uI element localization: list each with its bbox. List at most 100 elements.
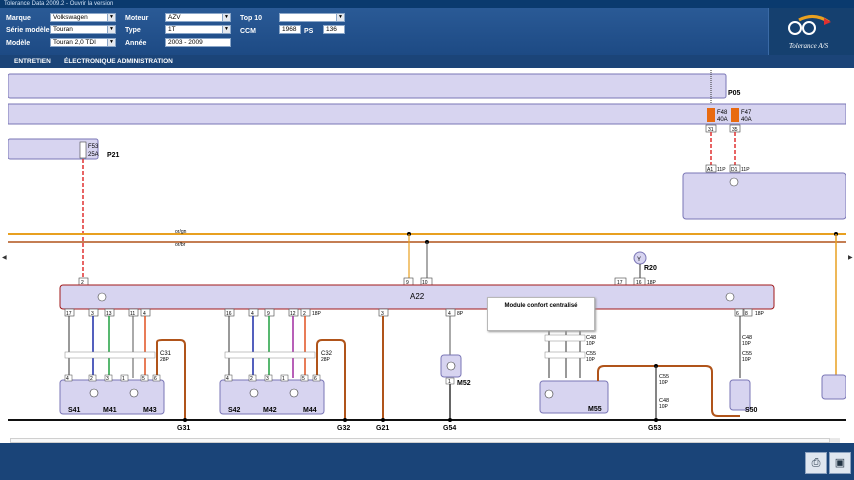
vehicle-header: Marque Volkswagen ▼ Série modèle Touran ▼ … (0, 8, 854, 55)
scroll-left-icon[interactable]: ◀ (2, 254, 7, 261)
s42-label: S42 (228, 407, 241, 414)
nav-administration[interactable]: ADMINISTRATION (117, 55, 173, 68)
pin: 2 (90, 376, 93, 382)
s50-component[interactable] (729, 379, 751, 411)
logo-graphic: Tolerance A/S (788, 15, 831, 50)
a22-label: A22 (410, 292, 425, 301)
module-icon (725, 292, 735, 302)
conn-18p-main: 18P (312, 311, 322, 317)
nav-electronique[interactable]: ÉLECTRONIQUE (64, 55, 116, 68)
pin-8: 8 (745, 311, 748, 317)
conn-c48-c-pins: 10P (742, 341, 752, 347)
m41-label: M41 (103, 407, 117, 414)
pin-d1: D1 (731, 167, 738, 173)
p21-label: P21 (107, 152, 120, 159)
conn-11p-a: 11P (717, 167, 726, 173)
pin: 2 (250, 376, 253, 382)
conn-c31-pins: 28P (160, 357, 170, 363)
logo-text: Tolerance A/S (789, 42, 829, 50)
wiring-diagram-canvas[interactable]: P05 F48 40A F47 40A 31 35 A1 11P D1 11P … (7, 68, 847, 443)
fuse-f47-rating: 40A (741, 117, 752, 123)
conn-c55-b-pins: 10P (659, 380, 669, 386)
g21-label: G21 (376, 425, 389, 432)
m44-label: M44 (303, 407, 317, 414)
fuse-f47-name: F47 (741, 110, 752, 116)
m42-label: M42 (263, 407, 277, 414)
m52-label: M52 (457, 380, 471, 387)
conn-18p-r2: 18P (755, 311, 765, 317)
pin: 4 (226, 376, 229, 382)
modele-label: Modèle (6, 40, 31, 47)
top10-select[interactable]: ▼ (279, 13, 345, 22)
m55-label: M55 (588, 406, 602, 413)
marque-label: Marque (6, 15, 31, 22)
modele-select[interactable]: Touran 2,0 TDI ▼ (50, 38, 116, 47)
motor-icon (249, 388, 259, 398)
module-icon (729, 177, 739, 187)
conn-c55-c-pins: 10P (742, 357, 752, 363)
module-tooltip: Module confort centralisé (487, 297, 595, 331)
nav-entretien[interactable]: ENTRETIEN (14, 55, 51, 68)
chevron-down-icon[interactable]: ▼ (107, 14, 115, 21)
chevron-down-icon[interactable]: ▼ (107, 39, 115, 46)
g32-label: G32 (337, 425, 350, 432)
conn-11p-b: 11P (741, 167, 750, 173)
serie-label: Série modèle (6, 27, 50, 34)
fuse-f53 (79, 141, 87, 159)
conn-c55-a-pins: 10P (586, 357, 596, 363)
wire-orgn: or/gn (175, 229, 187, 235)
marque-select[interactable]: Volkswagen ▼ (50, 13, 116, 22)
annee-field: 2003 - 2009 (165, 38, 231, 47)
tolerance-logo: Tolerance A/S (768, 8, 854, 55)
moteur-select[interactable]: AZV ▼ (165, 13, 231, 22)
scroll-right-icon[interactable]: ▶ (848, 254, 853, 261)
g54-label: G54 (443, 425, 456, 432)
chevron-down-icon[interactable]: ▼ (336, 14, 344, 21)
r20-label: R20 (644, 265, 657, 272)
fuse-f53-name: F53 (88, 144, 99, 150)
motor-icon (89, 388, 99, 398)
fuse-f48-name: F48 (717, 110, 728, 116)
wiring-diagram: P05 F48 40A F47 40A 31 35 A1 11P D1 11P … (7, 70, 847, 432)
pin: 1 (282, 376, 285, 382)
s41-label: S41 (68, 407, 81, 414)
fuse-f47 (731, 108, 739, 122)
motor-icon (544, 389, 554, 399)
close-button[interactable]: ▣ (829, 452, 851, 474)
ps-field: 136 (323, 25, 345, 34)
moteur-label: Moteur (125, 15, 149, 22)
ccm-label: CCM (240, 28, 256, 35)
chevron-down-icon[interactable]: ▼ (107, 26, 115, 33)
conn-c48-a-pins: 10P (586, 341, 596, 347)
chevron-down-icon[interactable]: ▼ (222, 26, 230, 33)
close-icon: ▣ (834, 457, 846, 469)
pin-a1: A1 (707, 167, 713, 173)
print-button[interactable]: ⎙ (805, 452, 827, 474)
chevron-down-icon[interactable]: ▼ (222, 14, 230, 21)
p05-bus (7, 73, 727, 99)
pin: 5 (302, 376, 305, 382)
ccm-field: 1968 (279, 25, 301, 34)
pin: 3 (106, 376, 109, 382)
m43-label: M43 (143, 407, 157, 414)
pin: 1 (122, 376, 125, 382)
top10-label: Top 10 (240, 15, 263, 22)
type-label: Type (125, 27, 141, 34)
printer-icon: ⎙ (811, 457, 821, 469)
pin: 5 (142, 376, 145, 382)
motor-icon (129, 388, 139, 398)
module-icon (97, 292, 107, 302)
pin: 4 (66, 376, 69, 382)
module-right-top (682, 172, 847, 220)
pin: 3 (266, 376, 269, 382)
r20-symbol: Y (637, 257, 641, 263)
fuse-f48 (707, 108, 715, 122)
type-select[interactable]: 1T ▼ (165, 25, 231, 34)
ps-label: PS (304, 28, 314, 35)
conn-8p: 8P (457, 311, 464, 317)
fuse-f53-rating: 25A (88, 152, 99, 158)
conn-c32-pins: 28P (321, 357, 331, 363)
pin: 6 (314, 376, 317, 382)
g53-label: G53 (648, 425, 661, 432)
serie-select[interactable]: Touran ▼ (50, 25, 116, 34)
